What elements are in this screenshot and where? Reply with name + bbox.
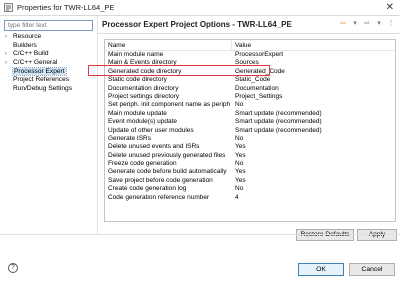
menu-icon[interactable]: ⋮ [386,19,396,27]
option-value[interactable]: No [235,101,243,109]
table-row[interactable]: Update of other user modules Smart update… [105,127,395,135]
preference-tree: › Resource Builders › C/C++ Build › C/C++ G… [5,33,72,94]
option-name: Project settings directory [108,92,180,100]
sidebar-item-cpp-build[interactable]: › C/C++ Build [5,50,72,59]
sidebar-item-resource[interactable]: › Resource [5,33,72,42]
filter-input[interactable] [4,20,93,31]
table-header: Name Value [105,40,395,51]
footer-divider [0,234,400,235]
window-title: Properties for TWR-LL64_PE [17,3,115,12]
option-value[interactable]: 4 [235,194,239,202]
option-value[interactable]: Smart update (recommended) [235,127,322,135]
option-name: Event module(s) update [108,118,178,126]
chevron-right-icon[interactable]: › [5,33,7,42]
option-name: Main & Events directory [108,59,177,67]
sidebar: ›Resource Builders ›C/C++ Build ›C/C++ G… [0,16,97,234]
option-value[interactable]: ProcessorExpert [235,51,283,59]
option-name: Delete unused events and ISRs [108,143,200,151]
table-row[interactable]: Create code generation log No [105,185,395,193]
table-row[interactable]: Delete unused events and ISRs Yes [105,143,395,151]
eclipse-app-icon [4,3,13,12]
option-name: Set periph. init component name as perip… [108,101,230,109]
close-icon[interactable]: ✕ [386,2,394,14]
option-value[interactable]: Generated_Code [235,68,285,76]
table-row[interactable]: Code generation reference number 4 [105,194,395,202]
apply-button[interactable]: Apply [357,229,397,241]
option-value[interactable]: Smart update (recommended) [235,118,322,126]
table-row[interactable]: Main module update Smart update (recommen… [105,110,395,118]
page-nav-toolbar: ⇦ ▾ ⇨ ▾ ⋮ [338,19,396,27]
option-value[interactable]: Documentation [235,85,279,93]
option-value[interactable]: Yes [235,177,246,185]
column-divider[interactable] [231,40,232,51]
option-value[interactable]: Project_Settings [235,93,282,101]
sidebar-item-builders[interactable]: Builders [5,42,72,51]
dropdown-icon[interactable]: ▾ [350,19,360,27]
page-title: Processor Expert Project Options - TWR-L… [102,20,292,29]
option-name: Freeze code generation [108,160,177,168]
option-name: Static code directory [108,76,167,84]
option-name: Create code generation log [108,185,187,193]
table-row[interactable]: Set periph. init component name as perip… [105,101,395,109]
forward-arrow-icon[interactable]: ⇨ [362,19,372,27]
title-bar: Properties for TWR-LL64_PE ✕ [0,0,400,16]
option-value[interactable]: Yes [235,152,246,160]
table-row[interactable]: Freeze code generation No [105,160,395,168]
option-value[interactable]: Sources [235,59,259,67]
column-header-name[interactable]: Name [108,42,125,49]
cancel-button[interactable]: Cancel [349,263,395,276]
options-table: Name Value Main module name ProcessorExpe… [104,39,396,222]
option-name: Generate code before build automatically [108,168,227,176]
table-row[interactable]: Generate code before build automatically… [105,168,395,176]
option-name: Generate ISRs [108,134,151,142]
option-value[interactable]: Smart update (recommended) [235,110,322,118]
option-value[interactable]: Static_Code [235,76,270,84]
table-row[interactable]: Project settings directory Project_Settin… [105,93,395,101]
title-divider [98,33,400,34]
sidebar-item-processor-expert[interactable]: Processor Expert [5,66,72,77]
sidebar-item-project-references[interactable]: Project References [5,76,72,85]
table-row[interactable]: Event module(s) update Smart update (reco… [105,118,395,126]
option-value[interactable]: Yes [235,168,246,176]
chevron-right-icon[interactable]: › [5,50,7,59]
ok-button[interactable]: OK [298,263,344,276]
table-row[interactable]: Delete unused previously generated files… [105,152,395,160]
option-value[interactable]: No [235,160,243,168]
option-name: Main module update [108,109,167,117]
option-value[interactable]: Yes [235,143,246,151]
table-row[interactable]: Documentation directory Documentation [105,85,395,93]
table-row[interactable]: Main & Events directory Sources [105,59,395,67]
table-row[interactable]: Main module name ProcessorExpert [105,51,395,59]
column-header-value[interactable]: Value [235,42,251,49]
option-name: Documentation directory [108,84,179,92]
help-icon[interactable]: ? [8,263,18,273]
sidebar-item-run-debug-settings[interactable]: Run/Debug Settings [5,85,72,94]
option-value[interactable]: No [235,135,243,143]
option-name: Delete unused previously generated files [108,151,226,159]
option-name: Save project before code generation [108,176,213,184]
dropdown-icon[interactable]: ▾ [374,19,384,27]
option-name: Generated code directory [108,67,182,75]
sidebar-item-cpp-general[interactable]: › C/C++ General [5,59,72,68]
chevron-right-icon[interactable]: › [5,59,7,68]
option-value[interactable]: No [235,185,243,193]
table-row[interactable]: Static code directory Static_Code [105,76,395,84]
back-arrow-icon[interactable]: ⇦ [338,19,348,27]
option-name: Update of other user modules [108,126,194,134]
table-body: Main module name ProcessorExpert Main & Ev… [105,51,395,202]
properties-page: Processor Expert Project Options - TWR-L… [88,16,400,241]
restore-defaults-button[interactable]: Restore Defaults [296,229,354,241]
table-row[interactable]: Save project before code generation Yes [105,177,395,185]
table-row[interactable]: Generated code directory Generated_Code [105,68,395,76]
table-row[interactable]: Generate ISRs No [105,135,395,143]
option-name: Main module name [108,51,164,58]
option-name: Code generation reference number [108,193,210,201]
